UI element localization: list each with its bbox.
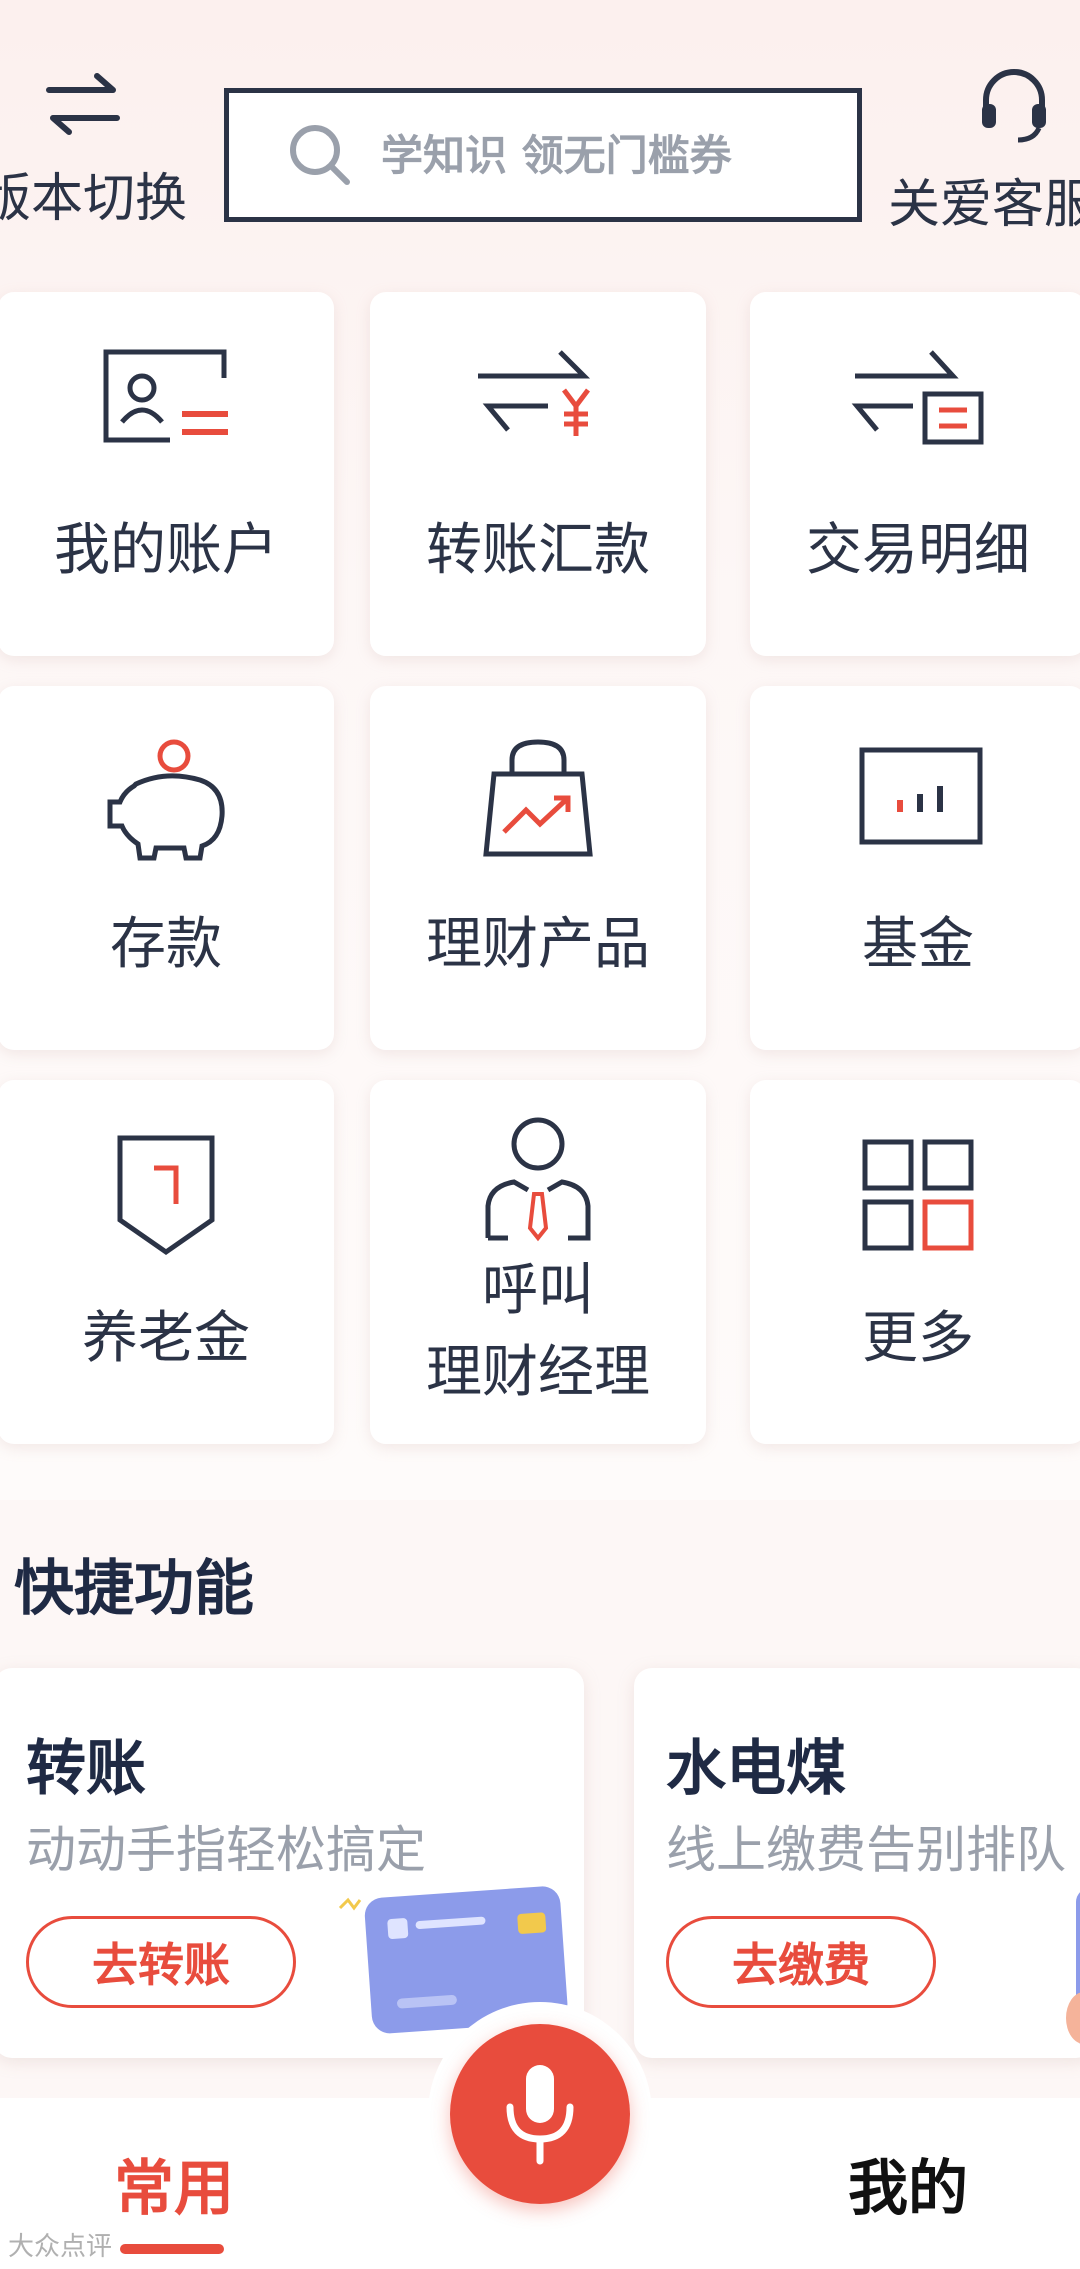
tile-label: 存款 [110, 912, 222, 977]
customer-service-button[interactable]: 关爱客服 [888, 64, 1080, 237]
tile-call-manager[interactable]: 呼叫 理财经理 [370, 1080, 706, 1444]
transaction-detail-icon [851, 350, 984, 445]
tile-label: 交易明细 [806, 518, 1030, 583]
tile-wealth-products[interactable]: 理财产品 [370, 686, 706, 1050]
fund-chart-icon [859, 747, 983, 845]
card-title: 水电煤 [666, 1734, 846, 1804]
swap-arrows-icon [46, 73, 120, 135]
tile-label: 呼叫 理财经理 [370, 1250, 706, 1414]
pension-shield-icon [117, 1135, 215, 1256]
piggy-bank-icon [107, 739, 225, 861]
version-switch-label: 版本切换 [0, 169, 187, 229]
account-card-icon [103, 349, 228, 443]
tile-label: 理财产品 [426, 912, 650, 977]
card-title: 转账 [26, 1734, 146, 1804]
search-bar[interactable] [224, 88, 862, 222]
go-transfer-button[interactable]: 去转账 [26, 1916, 296, 2008]
card-subtitle: 线上缴费告别排队 [666, 1821, 1066, 1879]
go-pay-button[interactable]: 去缴费 [666, 1916, 936, 2008]
nav-tab-frequent[interactable]: 常用 [114, 2140, 234, 2227]
tile-label: 转账汇款 [426, 518, 650, 583]
tile-transaction-detail[interactable]: 交易明细 [750, 292, 1080, 656]
voice-assistant-button[interactable] [450, 2024, 630, 2204]
card-subtitle: 动动手指轻松搞定 [26, 1821, 426, 1879]
tile-label: 更多 [862, 1306, 974, 1371]
search-input[interactable] [379, 129, 803, 181]
tile-label-line2: 理财经理 [426, 1340, 650, 1405]
nav-tab-mine[interactable]: 我的 [848, 2140, 968, 2227]
version-switch-button[interactable]: 版本切换 [0, 68, 188, 231]
section-title: 快捷功能 [14, 1554, 254, 1624]
tile-pension[interactable]: 养老金 [0, 1080, 334, 1444]
tile-deposit[interactable]: 存款 [0, 686, 334, 1050]
active-tab-indicator [120, 2244, 224, 2254]
utilities-illustration [1066, 1892, 1080, 2044]
watermark: 大众点评 [8, 2232, 113, 2262]
manager-person-icon [485, 1117, 591, 1242]
shopping-bag-chart-icon [483, 739, 593, 857]
tile-label: 基金 [862, 912, 974, 977]
search-icon [290, 125, 350, 185]
headset-icon [982, 69, 1046, 143]
quick-card-utilities[interactable]: 水电煤 线上缴费告别排队 去缴费 [634, 1668, 1080, 2058]
tile-label: 我的账户 [54, 518, 278, 583]
tile-fund[interactable]: 基金 [750, 686, 1080, 1050]
tile-label-line1: 呼叫 [482, 1258, 594, 1323]
more-grid-icon [862, 1139, 974, 1251]
tile-more[interactable]: 更多 [750, 1080, 1080, 1444]
quick-card-transfer[interactable]: 转账 动动手指轻松搞定 去转账 [0, 1668, 584, 2058]
tile-label: 养老金 [82, 1306, 250, 1371]
customer-service-label: 关爱客服 [888, 175, 1080, 235]
tile-my-account[interactable]: 我的账户 [0, 292, 334, 656]
microphone-icon [506, 2065, 574, 2165]
transfer-yen-icon [478, 350, 591, 436]
tile-transfer[interactable]: 转账汇款 [370, 292, 706, 656]
